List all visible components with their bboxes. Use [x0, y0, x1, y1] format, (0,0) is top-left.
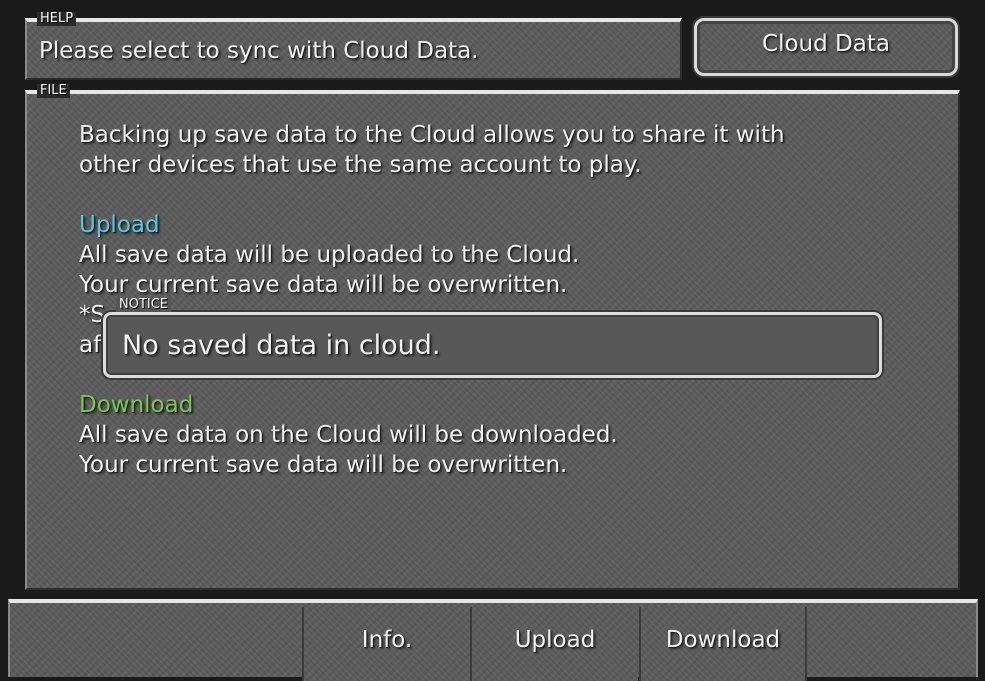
upload-label: Upload — [514, 627, 596, 653]
cloud-data-button[interactable]: Cloud Data — [694, 18, 958, 76]
info-label: Info. — [361, 627, 413, 653]
upload-line-1: All save data will be uploaded to the Cl… — [79, 242, 580, 268]
download-line-2: Your current save data will be overwritt… — [79, 452, 568, 478]
upload-line-2: Your current save data will be overwritt… — [79, 272, 568, 298]
download-heading: Download — [79, 392, 194, 418]
intro-line-2: other devices that use the same account … — [79, 152, 642, 178]
info-button[interactable]: Info. — [302, 607, 470, 681]
bottom-menu: Info. Upload Download — [8, 599, 978, 681]
notice-tag: NOTICE — [116, 298, 172, 312]
file-tag: FILE — [37, 84, 70, 98]
intro-line-1: Backing up save data to the Cloud allows… — [79, 122, 785, 148]
upload-line-4-partial: af — [79, 332, 102, 358]
notice-text: No saved data in cloud. — [122, 330, 441, 361]
help-panel: HELP Please select to sync with Cloud Da… — [25, 12, 682, 80]
download-label: Download — [665, 627, 781, 653]
cloud-data-label: Cloud Data — [762, 31, 890, 57]
upload-button[interactable]: Upload — [470, 607, 638, 681]
notice-popup[interactable]: No saved data in cloud. — [103, 312, 882, 378]
download-line-1: All save data on the Cloud will be downl… — [79, 422, 618, 448]
upload-heading: Upload — [79, 212, 160, 238]
download-button[interactable]: Download — [639, 607, 807, 681]
help-tag: HELP — [37, 12, 77, 26]
upload-line-3-partial: *S — [79, 302, 106, 328]
help-text: Please select to sync with Cloud Data. — [39, 38, 479, 64]
